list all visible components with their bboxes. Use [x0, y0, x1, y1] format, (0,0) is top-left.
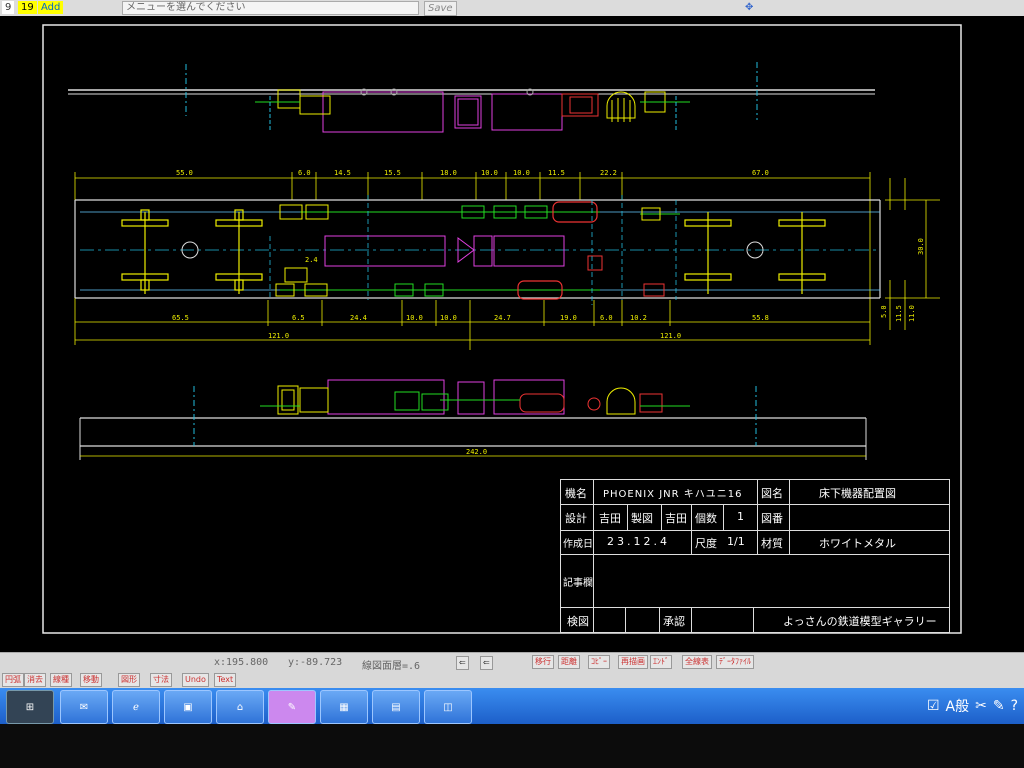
dim-half-right: 121.0: [660, 332, 681, 340]
ime-tool-icon[interactable]: ✂: [975, 698, 987, 714]
help-icon[interactable]: ?: [1011, 698, 1018, 714]
label-shonin: 承認: [663, 615, 685, 628]
dim-mid-2: 2.4: [305, 256, 318, 264]
dim-right-11b: 11.0: [908, 305, 916, 322]
move-cross-icon[interactable]: ✥: [742, 1, 756, 14]
tool-btn-4[interactable]: 図形: [118, 673, 140, 687]
status-btn-5[interactable]: 全線表: [682, 655, 712, 669]
status-btn-0[interactable]: 移行: [532, 655, 554, 669]
save-button[interactable]: Save: [424, 1, 457, 16]
disk-icon[interactable]: ◫: [424, 690, 472, 724]
value-zaishitsu: ホワイトメタル: [819, 537, 896, 550]
dim-top-6: 6.0: [298, 169, 311, 177]
value-sekkei: 吉田: [599, 512, 621, 525]
value-shakudo: 1/1: [727, 535, 745, 548]
layer-mode: 線図面層=.6: [362, 661, 421, 672]
system-tray: ☑ A般 ✂ ✎ ?: [921, 690, 1024, 722]
tool-btn-0[interactable]: 円弧: [2, 673, 24, 687]
dim-top-15: 15.5: [384, 169, 401, 177]
value-zumei: 床下機器配置図: [819, 487, 896, 500]
x-coordinate: x:195.800: [214, 657, 269, 668]
ime-pad-icon[interactable]: ✎: [993, 698, 1005, 714]
value-seizu: 吉田: [665, 512, 687, 525]
dim-bot-6b: 6.0: [600, 314, 613, 322]
dim-bot-24b: 24.7: [494, 314, 511, 322]
network-icon[interactable]: ⌂: [216, 690, 264, 724]
title-block: 機名 PHOENIX JNR キハユニ16 図名 床下機器配置図 設計 吉田 製…: [560, 479, 950, 633]
dim-bot-55: 55.8: [752, 314, 769, 322]
mail-icon[interactable]: ✉: [60, 690, 108, 724]
label-shakudo: 尺度: [695, 537, 717, 550]
excel-icon[interactable]: ▦: [320, 690, 368, 724]
dim-bot-10a: 10.0: [406, 314, 423, 322]
dim-top-55: 55.0: [176, 169, 193, 177]
dim-bot-10b: 10.0: [440, 314, 457, 322]
page-number[interactable]: 9: [2, 1, 15, 14]
paint-icon[interactable]: ✎: [268, 690, 316, 724]
monitor-bezel: [0, 724, 1024, 768]
label-kosu: 個数: [695, 512, 717, 525]
dim-top-11: 11.5: [548, 169, 565, 177]
plan-view: 55.0 6.0 14.5 15.5 18.0 10.0 10.0 11.5 2…: [74, 169, 940, 350]
value-sakusei: 23.12.4: [607, 535, 670, 548]
tool-btn-6[interactable]: Undo: [182, 673, 209, 687]
explorer-icon[interactable]: ▣: [164, 690, 212, 724]
dim-right-5: 5.0: [880, 305, 888, 318]
value-kimei: PHOENIX JNR キハユニ16: [603, 489, 743, 500]
dim-bot-10c: 10.2: [630, 314, 647, 322]
label-zumei: 図名: [761, 487, 783, 500]
y-coordinate: y:-89.723: [288, 657, 343, 668]
dim-top-14: 14.5: [334, 169, 351, 177]
dim-top-10b: 10.0: [513, 169, 530, 177]
label-zuban: 図番: [761, 512, 783, 525]
dim-right-11a: 11.5: [895, 305, 903, 322]
dim-bot-6: 6.5: [292, 314, 305, 322]
top-toolbar: 9 19 Add メニューを選んでください Save ✥: [0, 0, 1024, 17]
dim-right-30: 30.0: [917, 238, 925, 255]
menu-input[interactable]: メニューを選んでください: [122, 1, 419, 15]
dim-bot-65: 65.5: [172, 314, 189, 322]
label-kimei: 機名: [565, 487, 587, 500]
top-side-view: [68, 62, 875, 133]
folder-icon[interactable]: ▤: [372, 690, 420, 724]
label-seizu: 製図: [631, 512, 653, 525]
label-kiji: 記事欄: [563, 578, 593, 589]
status-btn-6[interactable]: ﾃﾞｰﾀﾌｧｲﾙ: [716, 655, 754, 669]
ie-icon[interactable]: ℯ: [112, 690, 160, 724]
page-number-highlight[interactable]: 19: [18, 1, 37, 14]
status-btn-2[interactable]: ｺﾋﾟｰ: [588, 655, 610, 669]
label-kenzu: 検図: [567, 615, 589, 628]
ime-mode[interactable]: A般: [946, 696, 970, 716]
cad-canvas[interactable]: 55.0 6.0 14.5 15.5 18.0 10.0 10.0 11.5 2…: [0, 16, 1024, 652]
dim-bot-24: 24.4: [350, 314, 367, 322]
dim-top-10a: 10.0: [481, 169, 498, 177]
bottom-side-view: 242.0: [79, 379, 867, 460]
status-btn-1[interactable]: 距離: [558, 655, 580, 669]
status-btn-4[interactable]: ｴﾝﾄﾞ: [650, 655, 672, 669]
dim-bot-19: 19.0: [560, 314, 577, 322]
label-sakusei: 作成日: [563, 539, 593, 550]
tool-btn-3[interactable]: 移動: [80, 673, 102, 687]
label-sekkei: 設計: [565, 512, 587, 525]
arrow-left-button[interactable]: ⇐: [456, 656, 469, 670]
dim-top-18: 18.0: [440, 169, 457, 177]
value-kosu: 1: [737, 510, 744, 523]
dim-overall: 242.0: [466, 448, 487, 456]
arrow-left-button-2[interactable]: ⇐: [480, 656, 493, 670]
dim-half-left: 121.0: [268, 332, 289, 340]
label-zaishitsu: 材質: [761, 537, 783, 550]
ime-icon[interactable]: ☑: [927, 698, 940, 714]
tool-btn-2[interactable]: 線種: [50, 673, 72, 687]
taskbar: ⊞ ✉ ℯ ▣ ⌂ ✎ ▦ ▤ ◫ ☑ A般 ✂ ✎ ?: [0, 688, 1024, 724]
dim-top-22: 22.2: [600, 169, 617, 177]
status-bar: x:195.800 y:-89.723 線図面層=.6 ⇐ ⇐ 移行 距離 ｺﾋ…: [0, 652, 1024, 689]
add-button[interactable]: Add: [38, 1, 64, 14]
tool-btn-7[interactable]: Text: [214, 673, 237, 687]
value-gallery: よっさんの鉄道模型ギャラリー: [783, 615, 937, 628]
status-btn-3[interactable]: 再描画: [618, 655, 648, 669]
dim-top-67: 67.0: [752, 169, 769, 177]
tool-btn-1[interactable]: 消去: [24, 673, 46, 687]
tool-btn-5[interactable]: 寸法: [150, 673, 172, 687]
start-icon[interactable]: ⊞: [6, 690, 54, 724]
